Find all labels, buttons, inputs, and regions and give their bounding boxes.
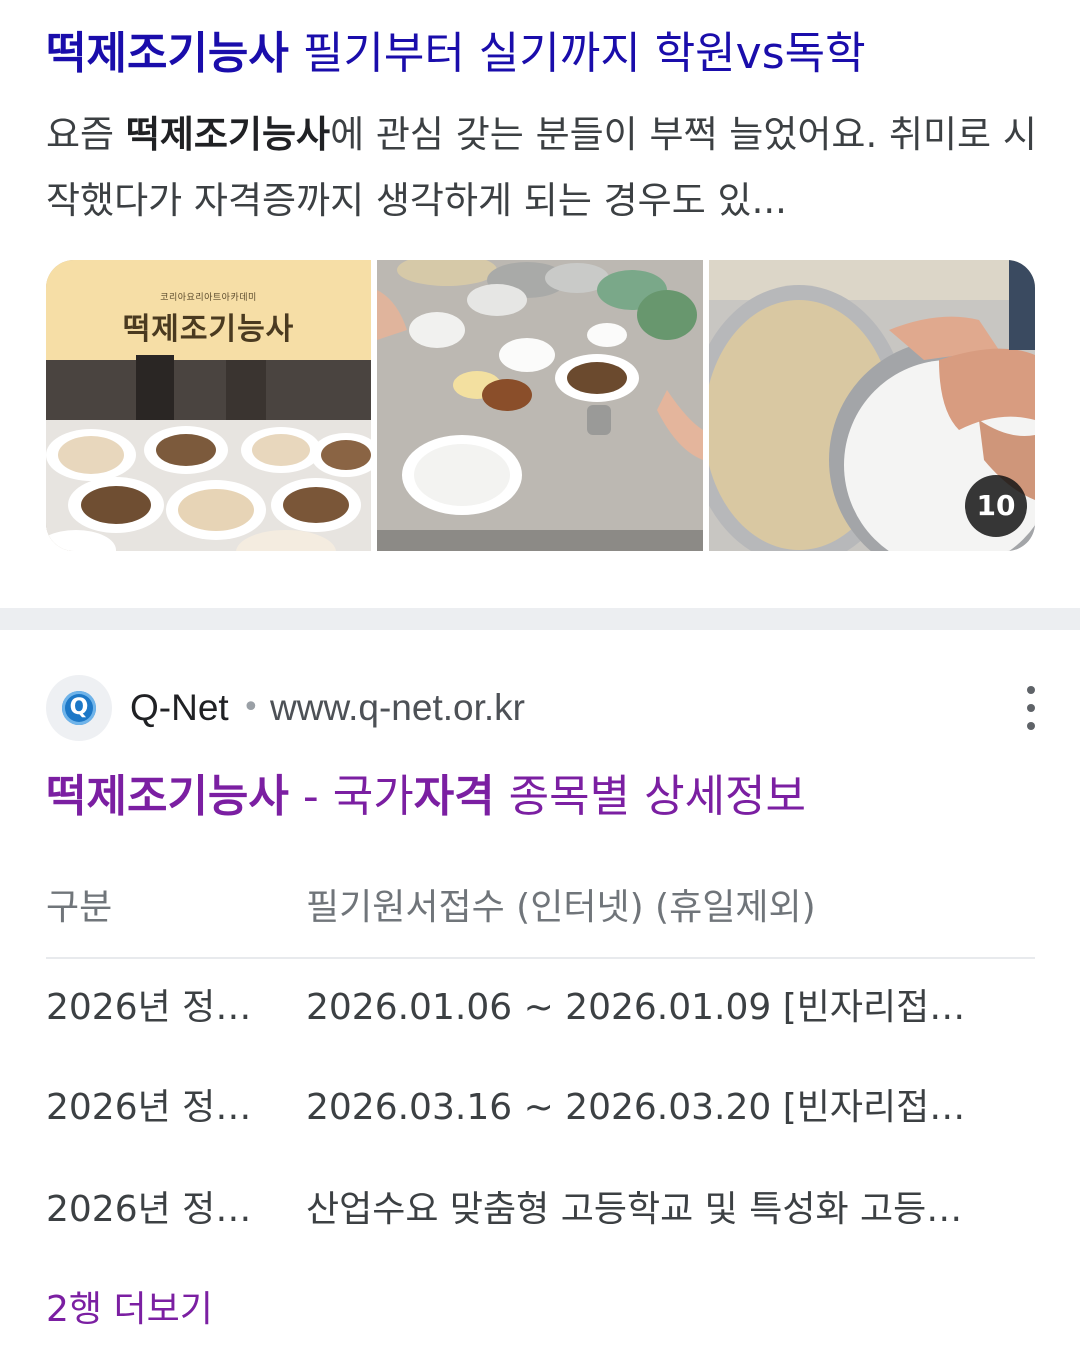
snippet-prefix: 요즘 bbox=[46, 113, 126, 156]
result-image-2[interactable] bbox=[377, 260, 703, 551]
image-caption-academy: 코리아요리아트아카데미 bbox=[160, 293, 257, 303]
table-header-divider bbox=[46, 957, 1035, 959]
table-row: 2026년 정기... 2026.03.16 ~ 2026.03.20 [빈자리… bbox=[46, 1068, 1035, 1148]
image-strip: 코리아요리아트아카데미 떡제조기능사 10 bbox=[46, 260, 1035, 551]
more-vert-icon[interactable] bbox=[1014, 686, 1048, 730]
result-image-3[interactable]: 10 bbox=[709, 260, 1035, 551]
title-keyword-2: 자격 bbox=[413, 771, 495, 822]
q-net-logo-icon: Q bbox=[62, 691, 96, 725]
title-keyword: 떡제조기능사 bbox=[46, 771, 289, 822]
kitchen-table-image bbox=[377, 260, 703, 551]
schedule-table-header: 구분 필기원서접수 (인터넷) (휴일제외) bbox=[46, 872, 1035, 958]
search-results-page: 떡제조기능사 필기부터 실기까지 학원vs독학 요즘 떡제조기능사에 관심 갖는… bbox=[0, 0, 1080, 1368]
more-dot bbox=[1027, 686, 1035, 694]
result-image-1[interactable]: 코리아요리아트아카데미 떡제조기능사 bbox=[46, 260, 371, 551]
title-rest: 종목별 상세정보 bbox=[494, 771, 807, 822]
site-separator: • bbox=[242, 690, 260, 725]
column-header-application: 필기원서접수 (인터넷) (휴일제외) bbox=[306, 887, 816, 928]
table-cell-category: 2026년 정기... bbox=[46, 1189, 268, 1230]
table-cell-category: 2026년 정기... bbox=[46, 987, 268, 1028]
table-cell-application: 산업수요 맞춤형 고등학교 및 특성화 고등학... bbox=[306, 1189, 991, 1230]
image-caption-title: 떡제조기능사 bbox=[122, 312, 295, 347]
table-cell-category: 2026년 정기... bbox=[46, 1087, 268, 1128]
result-card-blog: 떡제조기능사 필기부터 실기까지 학원vs독학 요즘 떡제조기능사에 관심 갖는… bbox=[0, 0, 1080, 608]
title-keyword: 떡제조기능사 bbox=[46, 28, 289, 79]
result-title-link[interactable]: 떡제조기능사 - 국가자격 종목별 상세정보 bbox=[46, 765, 1046, 829]
result-snippet: 요즘 떡제조기능사에 관심 갖는 분들이 부쩍 늘었어요. 취미로 시작했다가 … bbox=[46, 102, 1046, 234]
table-row: 2026년 정기... 산업수요 맞춤형 고등학교 및 특성화 고등학... bbox=[46, 1170, 1035, 1250]
title-mid: - 국가 bbox=[288, 771, 414, 822]
table-cell-application: 2026.03.16 ~ 2026.03.20 [빈자리접수 : 2... bbox=[306, 1087, 991, 1128]
table-row: 2026년 정기... 2026.01.06 ~ 2026.01.09 [빈자리… bbox=[46, 968, 1035, 1048]
image-count-badge: 10 bbox=[965, 475, 1027, 537]
site-name[interactable]: Q-Net bbox=[130, 682, 229, 734]
more-dot bbox=[1027, 704, 1035, 712]
snippet-keyword: 떡제조기능사 bbox=[125, 113, 331, 156]
title-rest: 필기부터 실기까지 학원vs독학 bbox=[288, 28, 866, 79]
site-url[interactable]: www.q-net.or.kr bbox=[270, 682, 525, 734]
table-cell-application: 2026.01.06 ~ 2026.01.09 [빈자리접수 : 2... bbox=[306, 987, 991, 1028]
result-card-qnet: Q Q-Net • www.q-net.or.kr 떡제조기능사 - 국가자격 … bbox=[0, 630, 1080, 1368]
more-dot bbox=[1027, 722, 1035, 730]
show-more-rows-link[interactable]: 2행 더보기 bbox=[46, 1282, 213, 1338]
site-favicon[interactable]: Q bbox=[46, 675, 112, 741]
column-header-category: 구분 bbox=[46, 887, 113, 928]
result-divider bbox=[0, 608, 1080, 630]
result-title-link[interactable]: 떡제조기능사 필기부터 실기까지 학원vs독학 bbox=[46, 22, 1046, 86]
